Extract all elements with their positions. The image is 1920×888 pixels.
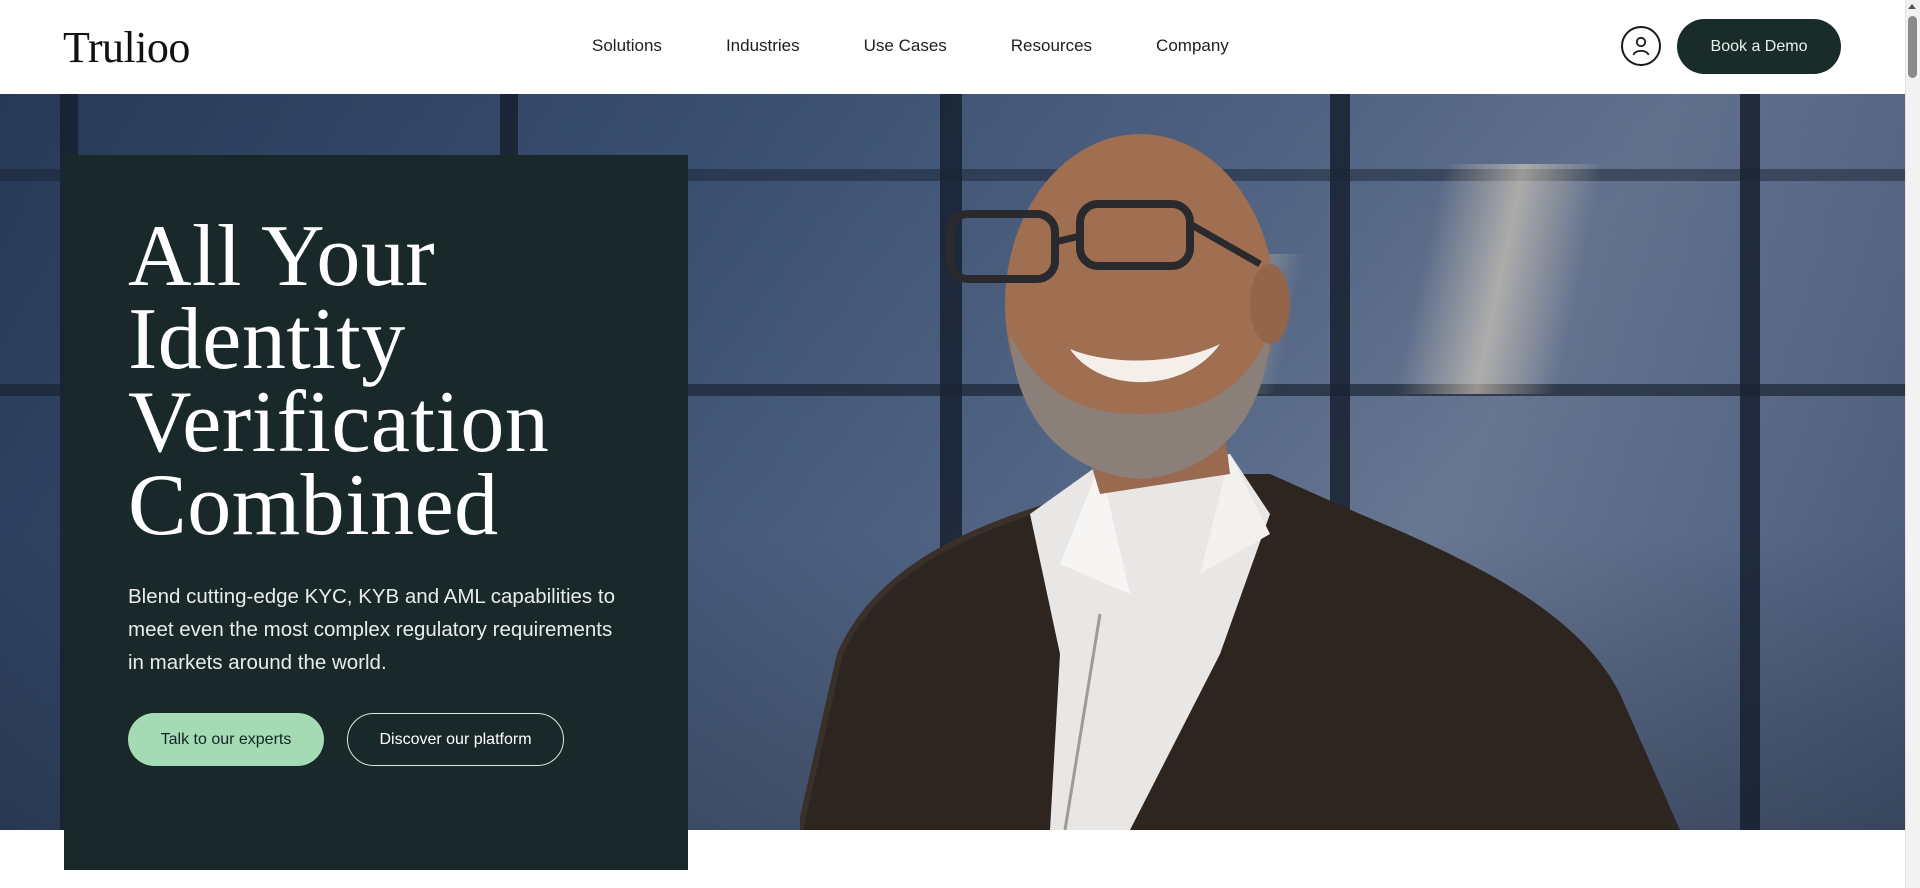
nav-item-industries[interactable]: Industries: [726, 35, 800, 57]
main-nav: Solutions Industries Use Cases Resources…: [592, 35, 1229, 57]
nav-item-company[interactable]: Company: [1156, 35, 1229, 57]
talk-to-experts-button[interactable]: Talk to our experts: [128, 713, 324, 766]
headline-line: Identity: [128, 291, 406, 388]
window-frame: [1740, 94, 1760, 830]
book-demo-button[interactable]: Book a Demo: [1677, 19, 1841, 74]
hero-content-panel: All Your Identity Verification Combined …: [64, 155, 688, 870]
trulioo-logo[interactable]: Trulioo: [63, 26, 190, 70]
user-icon: [1632, 36, 1650, 56]
nav-item-use-cases[interactable]: Use Cases: [864, 35, 947, 57]
nav-item-resources[interactable]: Resources: [1011, 35, 1092, 57]
scroll-thumb[interactable]: [1908, 16, 1917, 78]
site-header: Trulioo Solutions Industries Use Cases R…: [0, 0, 1905, 94]
scroll-up-arrow-icon[interactable]: [1908, 4, 1916, 9]
headline-line: Verification: [128, 374, 550, 471]
nav-item-solutions[interactable]: Solutions: [592, 35, 662, 57]
headline-line: Combined: [128, 457, 499, 554]
hero-description: Blend cutting-edge KYC, KYB and AML capa…: [128, 585, 615, 674]
headline-line: All Your: [128, 208, 436, 305]
page-scrollbar[interactable]: [1905, 0, 1920, 888]
discover-platform-button[interactable]: Discover our platform: [347, 713, 564, 766]
hero-headline: All Your Identity Verification Combined: [128, 208, 648, 554]
smiling-man-photo: [800, 134, 1680, 830]
account-button[interactable]: [1621, 26, 1661, 66]
